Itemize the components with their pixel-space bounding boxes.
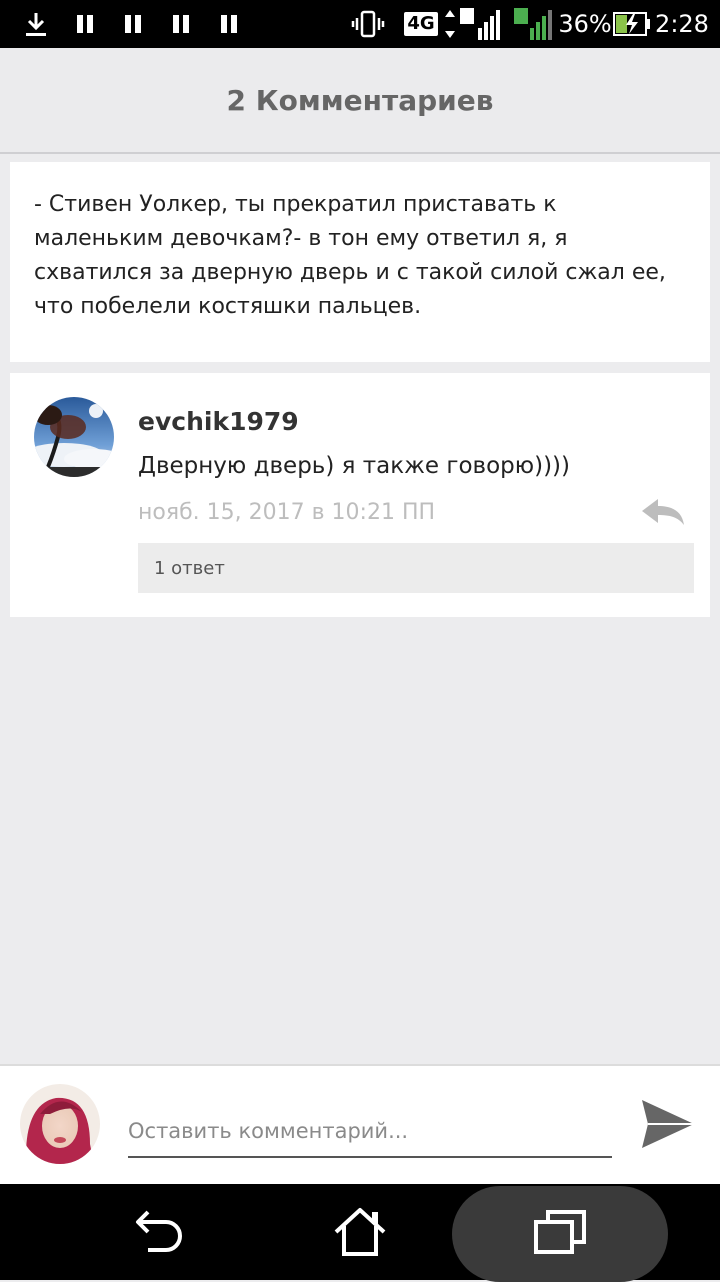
battery-percent: 36% [558,10,612,38]
pause-icon [216,0,242,48]
replies-button[interactable]: 1 ответ [138,543,694,593]
navigation-bar [0,1184,720,1282]
recents-icon[interactable] [520,1184,600,1280]
sim1-signal-icon [444,0,500,48]
comment-card: evchik1979 Дверную дверь) я также говорю… [10,373,710,617]
send-icon[interactable] [640,1098,696,1150]
back-icon[interactable] [120,1184,200,1280]
page-title: 2 Комментариев [226,83,494,117]
pause-icon [120,0,146,48]
clock: 2:28 [655,10,709,38]
comment-input[interactable] [128,1106,612,1158]
quoted-text-card: - Стивен Уолкер, ты прекратил приставать… [10,162,710,362]
replies-label: 1 ответ [154,557,225,579]
network-type-badge: 4G [404,0,438,48]
comments-header: 2 Комментариев [0,48,720,154]
sim2-signal-icon [510,0,554,48]
status-bar: 4G 36% 2:28 [0,0,720,48]
avatar[interactable] [34,397,114,477]
compose-bar [0,1064,720,1184]
vibrate-icon [350,0,386,48]
avatar [20,1084,100,1164]
quoted-text: - Стивен Уолкер, ты прекратил приставать… [34,192,666,319]
comment-text: Дверную дверь) я также говорю)))) [138,453,570,479]
home-icon[interactable] [322,1184,398,1280]
pause-icon [72,0,98,48]
pause-icon [168,0,194,48]
comment-username[interactable]: evchik1979 [138,407,299,436]
battery-charging-icon [612,0,652,48]
comment-timestamp: нояб. 15, 2017 в 10:21 ПП [138,500,436,525]
download-icon [22,0,50,48]
reply-arrow-icon[interactable] [640,497,686,529]
